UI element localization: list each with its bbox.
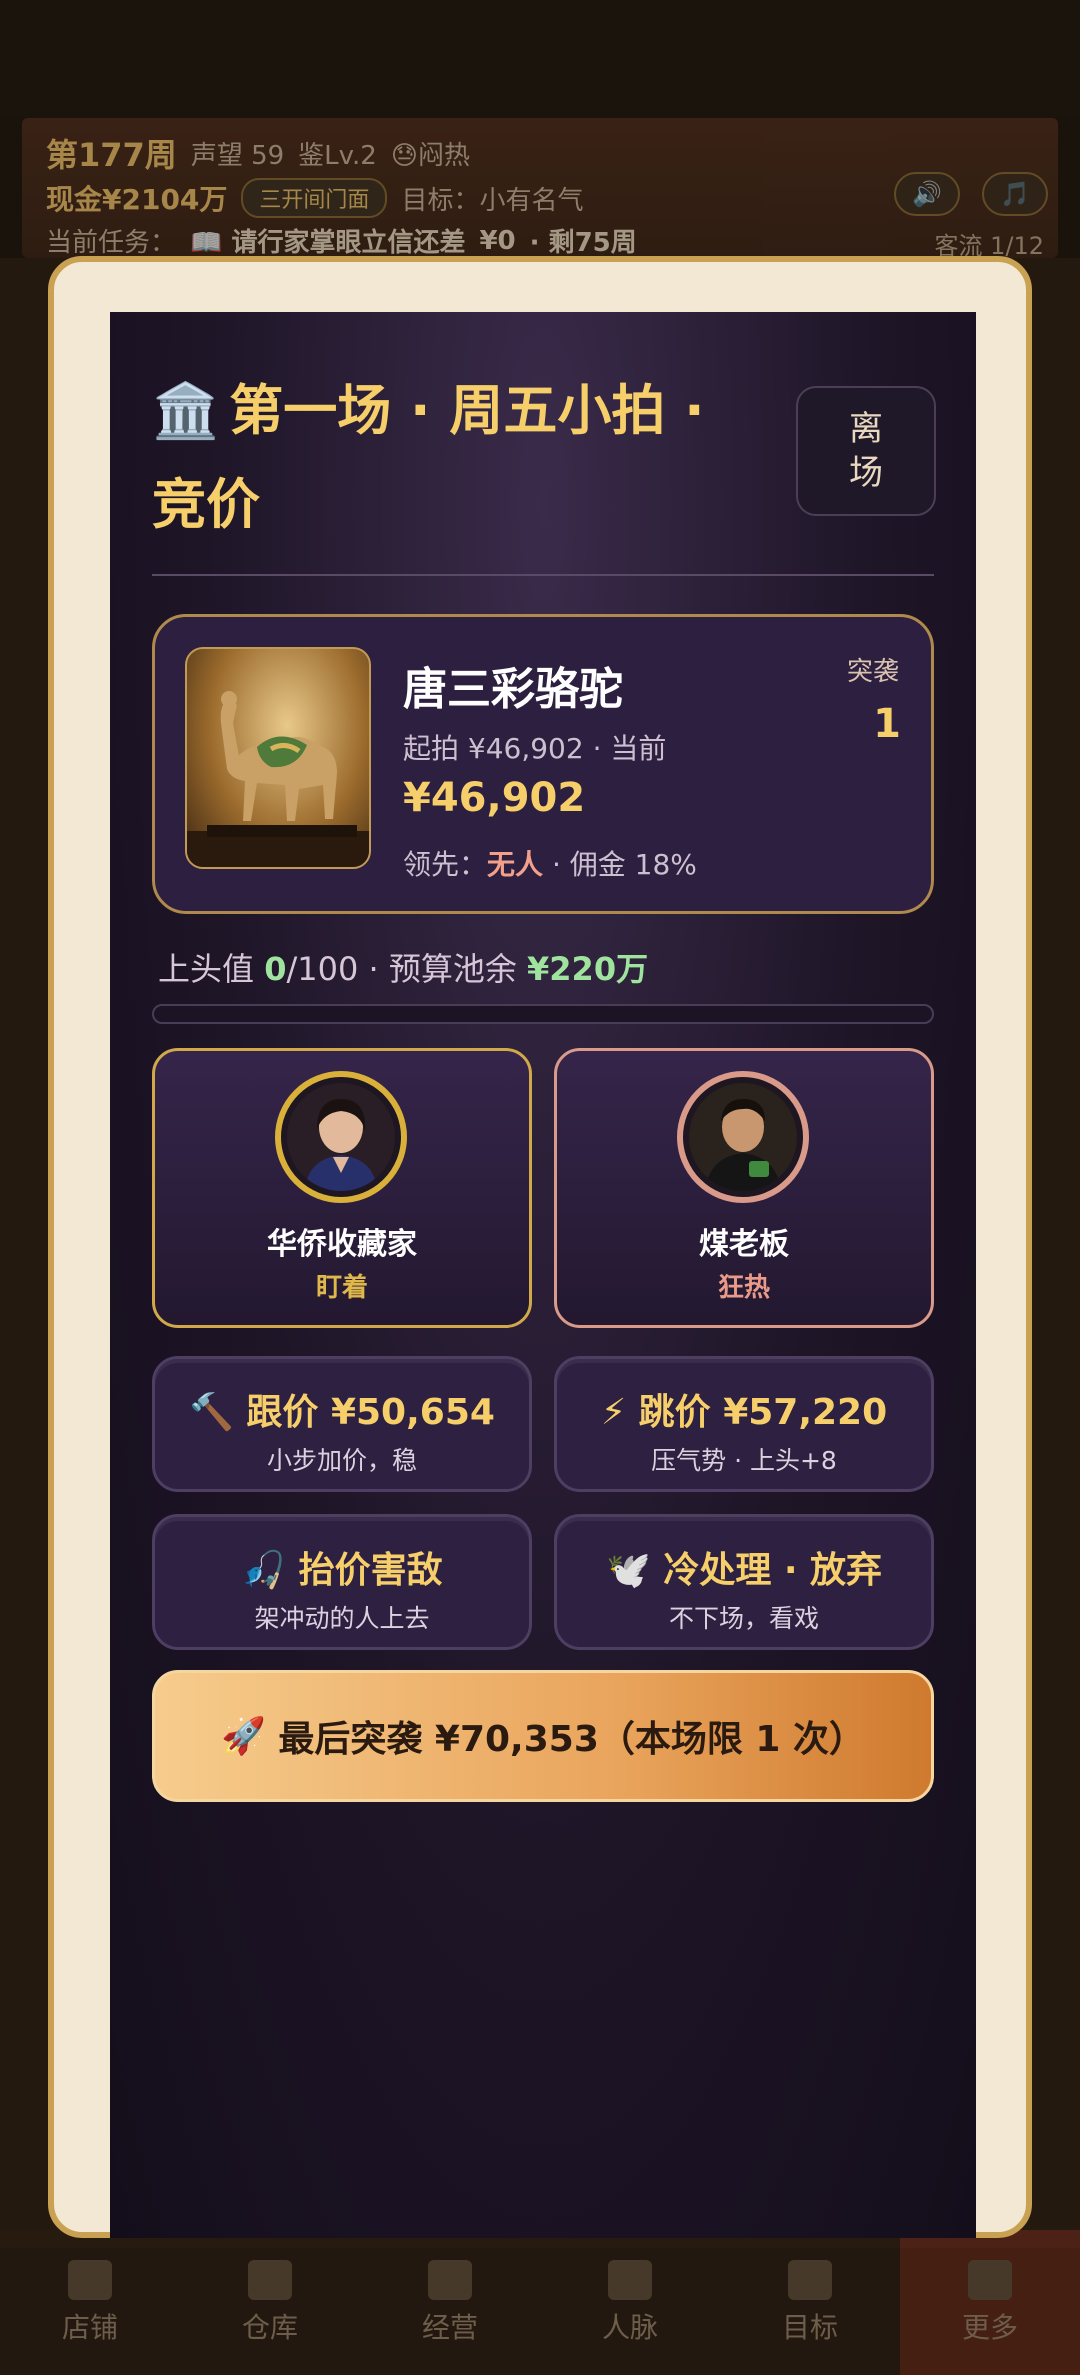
rival-state: 盯着 [315, 1273, 368, 1303]
auction-title: 🏛️ 第一场 · 周五小拍 · 竞价 [152, 364, 762, 552]
rival-state: 狂热 [717, 1273, 770, 1303]
leader-name: 无人 [487, 848, 544, 881]
leader-line: 领先：无人 · 佣金 18% [403, 843, 697, 883]
auction-modal: 🏛️ 第一场 · 周五小拍 · 竞价 离场 唐三彩骆驼 起拍 ¥46,902 ·… [48, 256, 1032, 2238]
jump-bid-text: 跳价 ¥57,220 [638, 1392, 888, 1433]
goal-label: 目标：小有名气 [401, 185, 584, 216]
give-up-text: 冷处理 · 放弃 [663, 1550, 883, 1591]
follow-bid-label: 🔨 跟价 ¥50,654 [155, 1383, 529, 1435]
nav-item-goal[interactable]: 目标 [720, 2230, 900, 2375]
bait-rival-label: 🎣 抬价害敌 [155, 1541, 529, 1593]
lot-name: 唐三彩骆驼 [403, 664, 623, 715]
heat-progress-bar [152, 1004, 934, 1024]
people-icon [608, 2259, 652, 2300]
appraisal-level: 鉴Lv.2 [298, 140, 377, 171]
sound-icon: 🔊 [912, 180, 942, 208]
follow-bid-hint: 小步加价，稳 [266, 1446, 417, 1475]
follow-bid-text: 跟价 ¥50,654 [246, 1392, 495, 1433]
jump-bid-button[interactable]: ⚡ 跳价 ¥57,220 压气势 · 上头+8 [554, 1356, 934, 1492]
heat-value: 0 [264, 950, 287, 988]
bottom-nav: 店铺 仓库 经营 人脉 目标 更多 [0, 2230, 1080, 2375]
nav-label: 仓库 [241, 2310, 298, 2344]
lightning-icon: ⚡ [600, 1392, 627, 1433]
bait-rival-hint: 架冲动的人上去 [254, 1604, 430, 1633]
music-button[interactable]: 🎵 [982, 172, 1048, 216]
task-value: ¥0 [479, 225, 516, 256]
raid-label: 突袭 [846, 657, 899, 687]
camel-figurine-image [185, 647, 371, 869]
give-up-button[interactable]: 🕊️ 冷处理 · 放弃 不下场，看戏 [554, 1514, 934, 1650]
rival-name: 煤老板 [699, 1227, 789, 1262]
jump-bid-hint: 压气势 · 上头+8 [651, 1446, 837, 1475]
dove-icon: 🕊️ [605, 1550, 651, 1591]
shop-icon [68, 2259, 112, 2300]
raid-count: 1 [873, 701, 901, 747]
title-row: 🏛️ 第一场 · 周五小拍 · 竞价 离场 [152, 364, 936, 552]
final-raid-button[interactable]: 🚀 最后突袭 ¥70,353（本场限 1 次） [152, 1670, 934, 1802]
cash-label: 现金¥2104万 [46, 183, 228, 216]
fishing-rod-icon: 🎣 [241, 1550, 287, 1591]
leave-label: 离场 [849, 409, 883, 493]
final-raid-label: 最后突袭 ¥70,353（本场限 1 次） [278, 1719, 865, 1760]
week-label: 第177周 [46, 136, 177, 174]
give-up-label: 🕊️ 冷处理 · 放弃 [557, 1541, 931, 1593]
auction-title-text: 第一场 · 周五小拍 · 竞价 [152, 379, 705, 536]
more-icon [968, 2259, 1012, 2300]
task-suffix: · 剩75周 [529, 228, 637, 258]
nav-label: 经营 [421, 2310, 478, 2344]
commission: · 佣金 18% [551, 848, 697, 881]
rival-card-overseas-collector: 华侨收藏家 盯着 [152, 1048, 532, 1328]
rival-card-coal-boss: 煤老板 狂热 [554, 1048, 934, 1328]
rival-name: 华侨收藏家 [267, 1227, 417, 1262]
heat-budget-line: 上头值 0/100 · 预算池余 ¥220万 [158, 944, 648, 990]
leader-prefix: 领先： [403, 848, 488, 881]
nav-label: 更多 [961, 2310, 1018, 2344]
divider [152, 574, 934, 576]
task-prefix: 当前任务： [46, 228, 177, 258]
nav-item-people[interactable]: 人脉 [540, 2230, 720, 2375]
budget-value: ¥220万 [527, 950, 649, 988]
reputation-label: 声望 59 [190, 140, 285, 171]
leave-button[interactable]: 离场 [796, 386, 936, 516]
heat-prefix: 上头值 [158, 950, 265, 988]
goal-icon [788, 2259, 832, 2300]
starting-price: 起拍 ¥46,902 · 当前 [403, 732, 667, 765]
give-up-hint: 不下场，看戏 [668, 1604, 819, 1633]
nav-label: 目标 [781, 2310, 838, 2344]
current-price: ¥46,902 [403, 775, 586, 821]
nav-item-manage[interactable]: 经营 [360, 2230, 540, 2375]
nav-item-warehouse[interactable]: 仓库 [180, 2230, 360, 2375]
weather-mood: 😓闷热 [390, 140, 470, 171]
bait-rival-button[interactable]: 🎣 抬价害敌 架冲动的人上去 [152, 1514, 532, 1650]
museum-icon: 🏛️ [152, 379, 220, 442]
jump-bid-label: ⚡ 跳价 ¥57,220 [557, 1383, 931, 1435]
shop-badge: 三开间门面 [241, 178, 388, 218]
bait-rival-text: 抬价害敌 [298, 1550, 443, 1591]
warehouse-icon [248, 2259, 292, 2300]
avatar [677, 1071, 809, 1203]
auction-panel: 🏛️ 第一场 · 周五小拍 · 竞价 离场 唐三彩骆驼 起拍 ¥46,902 ·… [110, 312, 976, 2238]
status-bar-area [0, 0, 1080, 118]
hammer-icon: 🔨 [189, 1392, 234, 1433]
rocket-icon: 🚀 [221, 1716, 266, 1757]
manage-icon [428, 2259, 472, 2300]
lot-card: 唐三彩骆驼 起拍 ¥46,902 · 当前 ¥46,902 领先：无人 · 佣金… [152, 614, 934, 914]
music-icon: 🎵 [1000, 180, 1030, 208]
nav-item-shop[interactable]: 店铺 [0, 2230, 180, 2375]
sound-button[interactable]: 🔊 [894, 172, 960, 216]
task-text: 📖 请行家掌眼立信还差 [190, 228, 466, 258]
nav-item-more[interactable]: 更多 [900, 2230, 1080, 2375]
nav-label: 人脉 [601, 2310, 658, 2344]
nav-label: 店铺 [61, 2310, 118, 2344]
follow-bid-button[interactable]: 🔨 跟价 ¥50,654 小步加价，稳 [152, 1356, 532, 1492]
heat-max: /100 · 预算池余 [286, 950, 528, 988]
avatar [275, 1071, 407, 1203]
game-hud: 第177周 声望 59 鉴Lv.2 😓闷热 现金¥2104万 三开间门面 目标：… [22, 118, 1058, 260]
